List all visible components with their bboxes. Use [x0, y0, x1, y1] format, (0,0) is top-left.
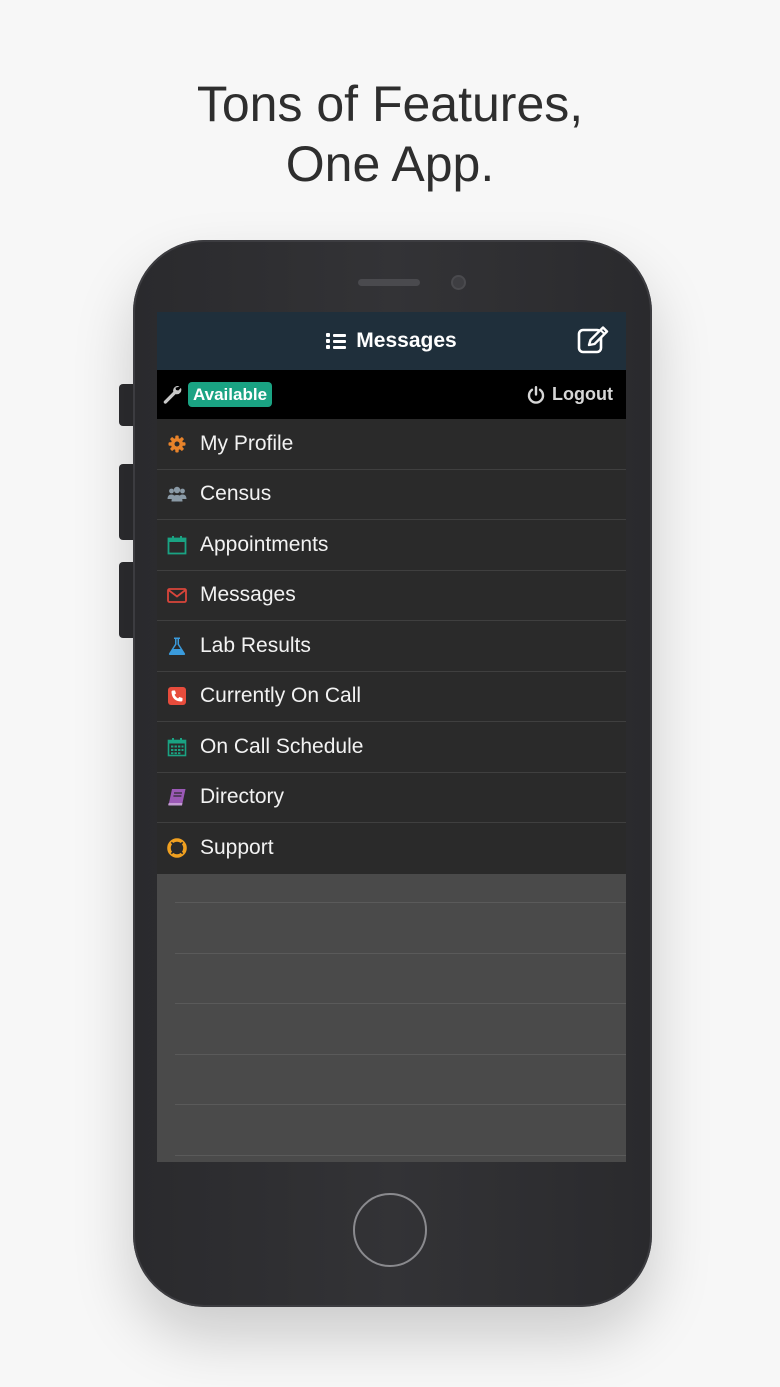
empty-row-divider	[175, 1155, 626, 1156]
menu-item-currently-on-call[interactable]: Currently On Call	[157, 672, 626, 722]
top-nav-bar: Messages	[157, 312, 626, 370]
headline-line-1: Tons of Features,	[196, 76, 584, 132]
menu-item-label: Support	[200, 836, 274, 860]
calendar-grid-icon	[167, 737, 187, 757]
power-icon	[527, 385, 545, 404]
menu-item-label: My Profile	[200, 431, 294, 455]
status-bar: Available Logout	[157, 370, 626, 419]
nav-title-label: Messages	[356, 329, 457, 352]
home-button[interactable]	[353, 1193, 427, 1267]
empty-row-divider	[175, 953, 626, 954]
calendar-icon	[167, 535, 187, 555]
lifebuoy-icon	[167, 838, 187, 859]
availability-badge[interactable]: Available	[188, 382, 273, 407]
empty-row-divider	[175, 902, 626, 903]
menu-item-my-profile[interactable]: My Profile	[157, 419, 626, 470]
list-icon	[326, 333, 347, 349]
gear-icon	[168, 435, 186, 453]
menu-item-lab-results[interactable]: Lab Results	[157, 621, 626, 672]
menu-item-support[interactable]: Support	[157, 823, 626, 874]
menu-item-label: Directory	[200, 785, 285, 809]
headline-line-2: One App.	[285, 136, 495, 192]
headline: Tons of Features, One App.	[0, 74, 780, 194]
empty-row-divider	[175, 1054, 626, 1055]
menu-item-label: Census	[200, 482, 272, 506]
empty-row-divider	[175, 1104, 626, 1105]
compose-icon[interactable]	[577, 326, 609, 354]
envelope-icon	[167, 588, 187, 604]
menu-item-label: Currently On Call	[200, 684, 362, 708]
menu-item-on-call-schedule[interactable]: On Call Schedule	[157, 722, 626, 773]
phone-camera	[451, 275, 466, 290]
menu-item-messages[interactable]: Messages	[157, 571, 626, 621]
book-icon	[168, 789, 186, 806]
wrench-icon[interactable]	[162, 384, 182, 404]
phone-icon	[168, 687, 186, 706]
menu-item-census[interactable]: Census	[157, 470, 626, 520]
side-menu: My Profile Census Appointments Messages …	[157, 419, 626, 874]
flask-icon	[168, 637, 186, 655]
empty-row-divider	[175, 1003, 626, 1004]
users-icon	[167, 487, 187, 502]
logout-label: Logout	[552, 384, 613, 404]
app-screen: Messages Available Logout My Profile Cen…	[157, 312, 626, 1162]
menu-item-appointments[interactable]: Appointments	[157, 520, 626, 571]
logout-button[interactable]: Logout	[527, 370, 613, 419]
menu-item-label: Lab Results	[200, 633, 311, 657]
phone-speaker	[358, 279, 420, 286]
nav-title[interactable]: Messages	[157, 312, 626, 370]
background-list	[157, 872, 626, 1162]
menu-item-label: Messages	[200, 583, 296, 607]
menu-item-label: Appointments	[200, 532, 329, 556]
menu-item-label: On Call Schedule	[200, 734, 364, 758]
menu-item-directory[interactable]: Directory	[157, 773, 626, 823]
